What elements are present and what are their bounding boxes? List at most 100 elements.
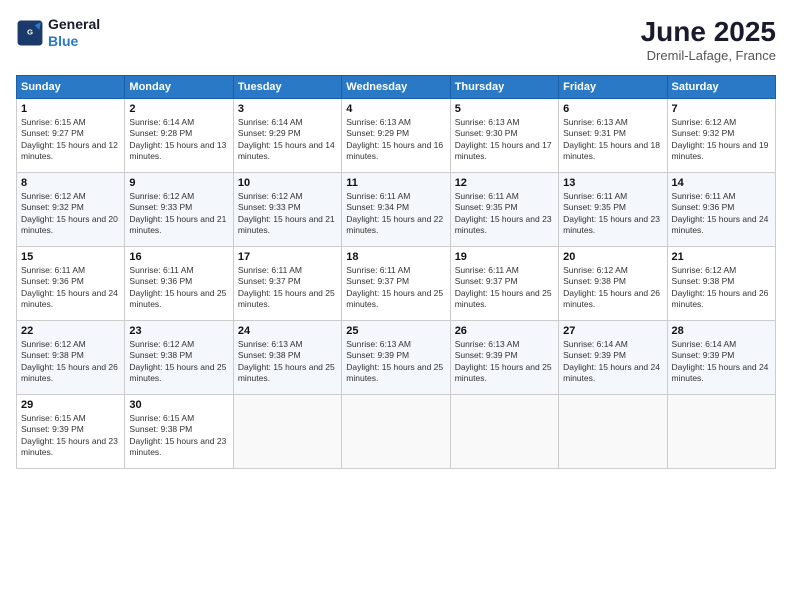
- day-number: 12: [455, 177, 554, 189]
- calendar-day: 13Sunrise: 6:11 AMSunset: 9:35 PMDayligh…: [559, 173, 667, 247]
- day-number: 25: [346, 325, 445, 337]
- calendar-day: 28 Sunrise: 6:14 AMSunset: 9:39 PMDayligh…: [667, 321, 775, 395]
- calendar-day: 5Sunrise: 6:13 AMSunset: 9:30 PMDaylight…: [450, 99, 558, 173]
- calendar-day: 8 Sunrise: 6:12 AMSunset: 9:32 PMDaylight…: [17, 173, 125, 247]
- calendar-day: 2Sunrise: 6:14 AMSunset: 9:28 PMDaylight…: [125, 99, 233, 173]
- day-info: Sunrise: 6:13 AMSunset: 9:39 PMDaylight:…: [346, 339, 445, 385]
- calendar-subtitle: Dremil-Lafage, France: [641, 48, 776, 63]
- calendar-day: 11Sunrise: 6:11 AMSunset: 9:34 PMDayligh…: [342, 173, 450, 247]
- day-number: 19: [455, 251, 554, 263]
- calendar-day: 15 Sunrise: 6:11 AMSunset: 9:36 PMDayligh…: [17, 247, 125, 321]
- calendar-day: 18Sunrise: 6:11 AMSunset: 9:37 PMDayligh…: [342, 247, 450, 321]
- day-info: Sunrise: 6:12 AMSunset: 9:32 PMDaylight:…: [21, 191, 120, 237]
- calendar-day: 24 Sunrise: 6:13 AMSunset: 9:38 PMDayligh…: [233, 321, 341, 395]
- calendar-day: 21 Sunrise: 6:12 AMSunset: 9:38 PMDayligh…: [667, 247, 775, 321]
- calendar-day: 17 Sunrise: 6:11 AMSunset: 9:37 PMDayligh…: [233, 247, 341, 321]
- calendar-day: 6 Sunrise: 6:13 AMSunset: 9:31 PMDaylight…: [559, 99, 667, 173]
- calendar-day: 30 Sunrise: 6:15 AMSunset: 9:38 PMDayligh…: [125, 395, 233, 469]
- day-number: 27: [563, 325, 662, 337]
- day-info: Sunrise: 6:11 AMSunset: 9:37 PMDaylight:…: [455, 265, 554, 311]
- day-number: 3: [238, 103, 337, 115]
- header-thursday: Thursday: [450, 76, 558, 99]
- header-tuesday: Tuesday: [233, 76, 341, 99]
- logo: G General Blue: [16, 16, 100, 50]
- day-number: 17: [238, 251, 337, 263]
- day-info: Sunrise: 6:12 AMSunset: 9:38 PMDaylight:…: [672, 265, 771, 311]
- day-number: 6: [563, 103, 662, 115]
- week-row: 1 Sunrise: 6:15 AMSunset: 9:27 PMDaylight…: [17, 99, 776, 173]
- day-info: Sunrise: 6:11 AMSunset: 9:37 PMDaylight:…: [238, 265, 337, 311]
- day-info: Sunrise: 6:11 AMSunset: 9:37 PMDaylight:…: [346, 265, 445, 311]
- header-wednesday: Wednesday: [342, 76, 450, 99]
- logo-text-general: General: [48, 16, 100, 33]
- day-info: Sunrise: 6:12 AMSunset: 9:33 PMDaylight:…: [129, 191, 228, 237]
- calendar-table: SundayMondayTuesdayWednesdayThursdayFrid…: [16, 75, 776, 469]
- day-number: 10: [238, 177, 337, 189]
- header-monday: Monday: [125, 76, 233, 99]
- day-info: Sunrise: 6:12 AMSunset: 9:38 PMDaylight:…: [563, 265, 662, 311]
- logo-icon: G: [16, 19, 44, 47]
- day-info: Sunrise: 6:13 AMSunset: 9:31 PMDaylight:…: [563, 117, 662, 163]
- calendar-day: 12 Sunrise: 6:11 AMSunset: 9:35 PMDayligh…: [450, 173, 558, 247]
- week-row: 15 Sunrise: 6:11 AMSunset: 9:36 PMDayligh…: [17, 247, 776, 321]
- day-info: Sunrise: 6:11 AMSunset: 9:36 PMDaylight:…: [21, 265, 120, 311]
- day-info: Sunrise: 6:13 AMSunset: 9:39 PMDaylight:…: [455, 339, 554, 385]
- header: G General Blue June 2025 Dremil-Lafage, …: [16, 16, 776, 63]
- day-number: 11: [346, 177, 445, 189]
- day-info: Sunrise: 6:15 AMSunset: 9:39 PMDaylight:…: [21, 413, 120, 459]
- header-sunday: Sunday: [17, 76, 125, 99]
- calendar-day: 4Sunrise: 6:13 AMSunset: 9:29 PMDaylight…: [342, 99, 450, 173]
- calendar-page: G General Blue June 2025 Dremil-Lafage, …: [0, 0, 792, 612]
- day-info: Sunrise: 6:15 AMSunset: 9:38 PMDaylight:…: [129, 413, 228, 459]
- calendar-title: June 2025: [641, 16, 776, 48]
- calendar-day: 26 Sunrise: 6:13 AMSunset: 9:39 PMDayligh…: [450, 321, 558, 395]
- calendar-day: 1 Sunrise: 6:15 AMSunset: 9:27 PMDaylight…: [17, 99, 125, 173]
- day-number: 7: [672, 103, 771, 115]
- header-saturday: Saturday: [667, 76, 775, 99]
- day-info: Sunrise: 6:14 AMSunset: 9:29 PMDaylight:…: [238, 117, 337, 163]
- calendar-day: 19 Sunrise: 6:11 AMSunset: 9:37 PMDayligh…: [450, 247, 558, 321]
- day-info: Sunrise: 6:12 AMSunset: 9:33 PMDaylight:…: [238, 191, 337, 237]
- day-info: Sunrise: 6:12 AMSunset: 9:32 PMDaylight:…: [672, 117, 771, 163]
- logo-text-blue: Blue: [48, 33, 100, 50]
- day-number: 23: [129, 325, 228, 337]
- day-number: 28: [672, 325, 771, 337]
- day-info: Sunrise: 6:12 AMSunset: 9:38 PMDaylight:…: [129, 339, 228, 385]
- day-number: 8: [21, 177, 120, 189]
- header-row: SundayMondayTuesdayWednesdayThursdayFrid…: [17, 76, 776, 99]
- calendar-day: 29 Sunrise: 6:15 AMSunset: 9:39 PMDayligh…: [17, 395, 125, 469]
- day-number: 29: [21, 399, 120, 411]
- day-info: Sunrise: 6:11 AMSunset: 9:35 PMDaylight:…: [563, 191, 662, 237]
- day-number: 21: [672, 251, 771, 263]
- day-info: Sunrise: 6:11 AMSunset: 9:36 PMDaylight:…: [129, 265, 228, 311]
- day-number: 2: [129, 103, 228, 115]
- day-number: 30: [129, 399, 228, 411]
- day-number: 22: [21, 325, 120, 337]
- day-info: Sunrise: 6:11 AMSunset: 9:35 PMDaylight:…: [455, 191, 554, 237]
- calendar-day: [667, 395, 775, 469]
- calendar-day: 9 Sunrise: 6:12 AMSunset: 9:33 PMDaylight…: [125, 173, 233, 247]
- day-info: Sunrise: 6:13 AMSunset: 9:29 PMDaylight:…: [346, 117, 445, 163]
- calendar-day: [559, 395, 667, 469]
- day-info: Sunrise: 6:13 AMSunset: 9:38 PMDaylight:…: [238, 339, 337, 385]
- day-number: 15: [21, 251, 120, 263]
- calendar-day: [450, 395, 558, 469]
- header-friday: Friday: [559, 76, 667, 99]
- calendar-day: [342, 395, 450, 469]
- day-info: Sunrise: 6:14 AMSunset: 9:39 PMDaylight:…: [672, 339, 771, 385]
- calendar-day: 27 Sunrise: 6:14 AMSunset: 9:39 PMDayligh…: [559, 321, 667, 395]
- day-number: 26: [455, 325, 554, 337]
- week-row: 29 Sunrise: 6:15 AMSunset: 9:39 PMDayligh…: [17, 395, 776, 469]
- calendar-day: 20 Sunrise: 6:12 AMSunset: 9:38 PMDayligh…: [559, 247, 667, 321]
- day-number: 20: [563, 251, 662, 263]
- day-number: 1: [21, 103, 120, 115]
- day-info: Sunrise: 6:15 AMSunset: 9:27 PMDaylight:…: [21, 117, 120, 163]
- day-number: 16: [129, 251, 228, 263]
- calendar-day: 10 Sunrise: 6:12 AMSunset: 9:33 PMDayligh…: [233, 173, 341, 247]
- day-number: 9: [129, 177, 228, 189]
- day-number: 24: [238, 325, 337, 337]
- day-info: Sunrise: 6:14 AMSunset: 9:39 PMDaylight:…: [563, 339, 662, 385]
- calendar-day: [233, 395, 341, 469]
- title-section: June 2025 Dremil-Lafage, France: [641, 16, 776, 63]
- day-info: Sunrise: 6:11 AMSunset: 9:36 PMDaylight:…: [672, 191, 771, 237]
